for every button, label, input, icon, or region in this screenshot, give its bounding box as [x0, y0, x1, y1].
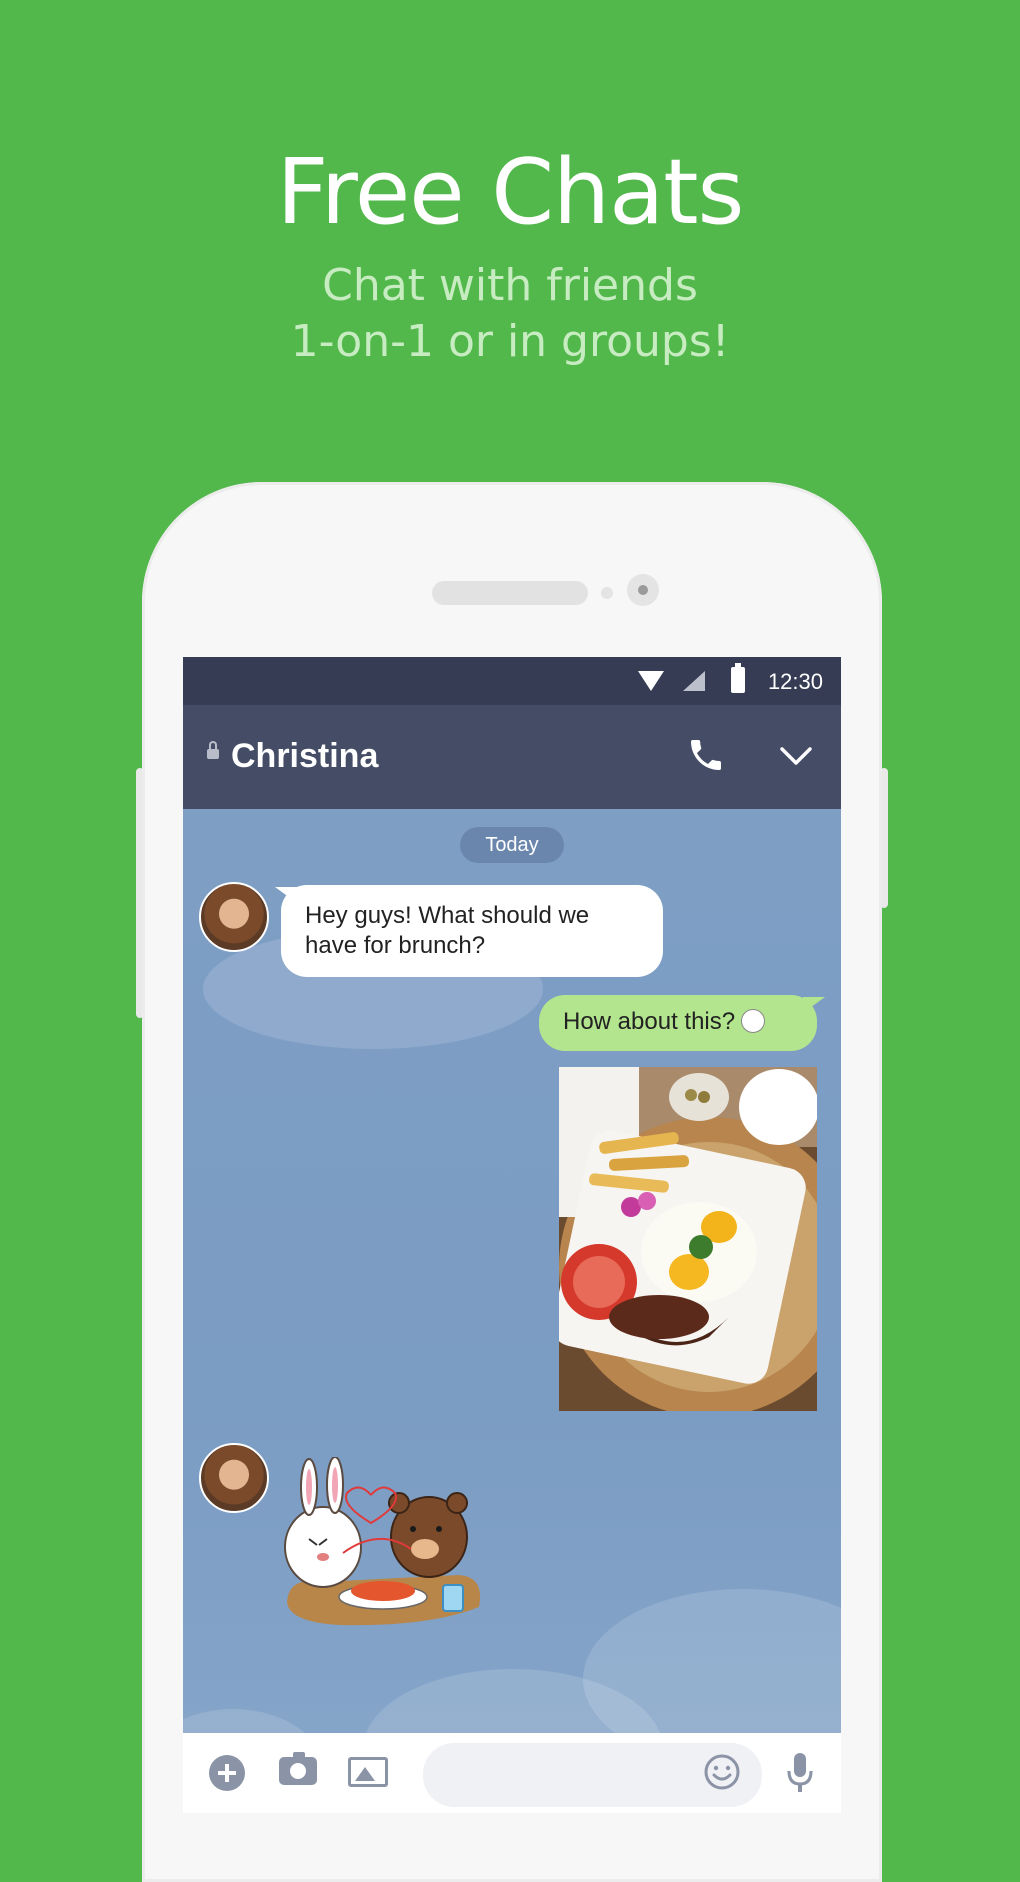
promo-subtitle: Chat with friends 1-on-1 or in groups!	[0, 258, 1020, 370]
call-icon[interactable]	[686, 735, 726, 775]
chevron-down-icon[interactable]	[776, 739, 816, 773]
emoji-icon[interactable]	[703, 1753, 741, 1791]
message-text-line1: Hey guys! What should we	[305, 902, 590, 929]
chat-header: Christina	[183, 705, 841, 809]
add-icon[interactable]	[209, 1755, 245, 1791]
incoming-message-bubble[interactable]: Hey guys! What should we have for brunch…	[275, 885, 663, 977]
signal-icon	[683, 671, 705, 691]
status-time: 12:30	[767, 669, 823, 694]
avatar[interactable]	[199, 1443, 269, 1513]
mic-icon[interactable]	[785, 1751, 815, 1795]
battery-icon	[731, 663, 745, 693]
promo-title: Free Chats	[276, 140, 745, 245]
phone-speaker	[432, 581, 588, 605]
phone-sensor	[601, 587, 613, 599]
status-bar: 12:30	[183, 657, 841, 705]
date-divider: Today	[460, 827, 564, 863]
message-input-bar	[183, 1733, 841, 1813]
photo-message[interactable]	[559, 1067, 817, 1411]
wifi-icon	[638, 671, 664, 691]
phone-front-camera	[627, 574, 659, 606]
lock-icon	[207, 741, 219, 759]
promo-subtitle-line2: 1-on-1 or in groups!	[290, 316, 730, 367]
message-text-line2: have for brunch?	[305, 932, 486, 959]
promo-subtitle-line1: Chat with friends	[322, 260, 698, 311]
avatar[interactable]	[199, 882, 269, 952]
outgoing-message-bubble[interactable]: How about this?	[539, 995, 825, 1051]
camera-icon[interactable]	[279, 1752, 317, 1785]
message-text: How about this?	[563, 1008, 736, 1035]
phone-screen: 12:30 Christina Today Hey guys! What sho…	[183, 657, 841, 1813]
sticker-message[interactable]	[279, 1457, 489, 1632]
chat-title[interactable]: Christina	[231, 737, 378, 776]
emoticon-icon	[741, 1009, 766, 1033]
image-icon[interactable]	[348, 1757, 388, 1787]
